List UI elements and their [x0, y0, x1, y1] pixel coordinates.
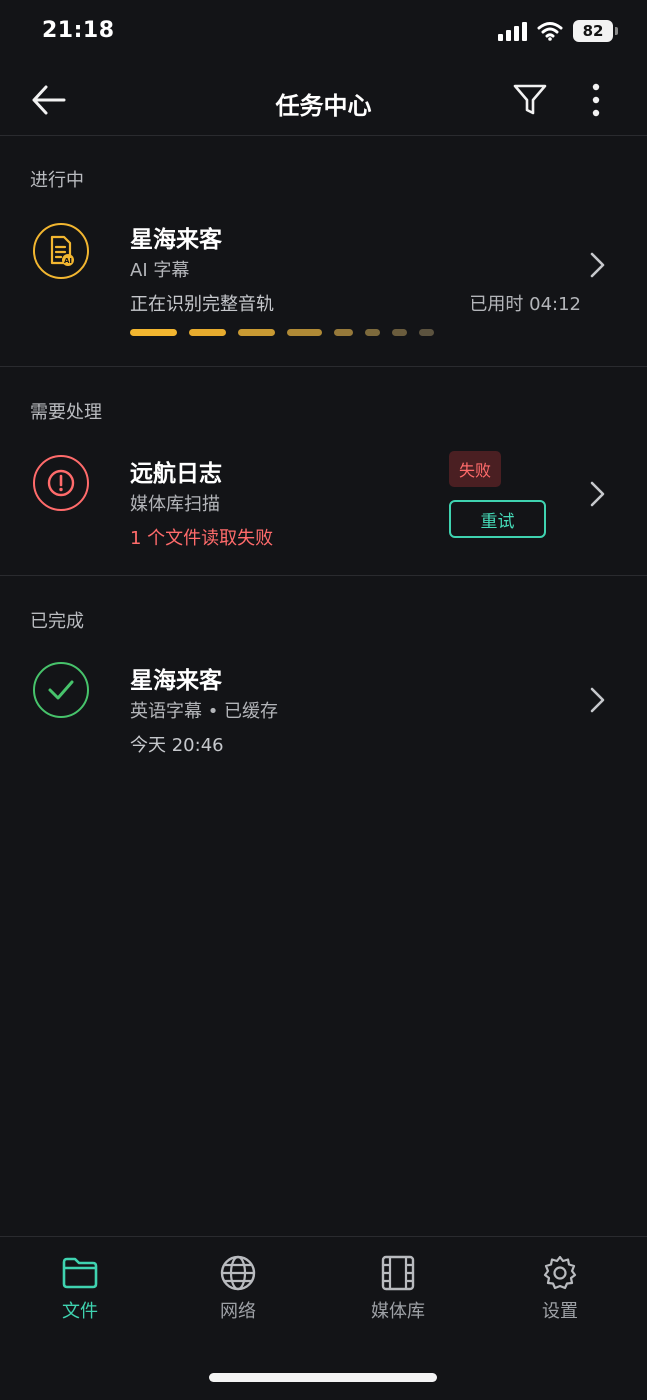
check-icon — [33, 662, 89, 718]
page-title: 任务中心 — [275, 92, 372, 120]
error-icon — [33, 455, 89, 511]
section-label-in-progress: 进行中 — [30, 170, 84, 191]
battery-icon: 82 — [573, 20, 618, 42]
task-subtitle: AI 字幕 — [130, 260, 190, 281]
chevron-right-icon — [590, 252, 605, 278]
globe-icon — [220, 1255, 256, 1291]
task-item-in-progress[interactable]: AI 星海来客 AI 字幕 正在识别完整音轨 已用时 04:12 — [0, 200, 647, 366]
task-time: 今天 20:46 — [130, 735, 224, 756]
ai-subtitle-icon: AI — [33, 223, 89, 279]
nav-label: 设置 — [542, 1301, 578, 1322]
task-item-needs-action[interactable]: 远航日志 媒体库扫描 1 个文件读取失败 失败 重试 — [0, 436, 647, 574]
divider — [0, 366, 647, 367]
task-subtitle: 英语字幕 • 已缓存 — [130, 701, 279, 722]
divider — [0, 575, 647, 576]
wifi-icon — [537, 22, 563, 41]
more-options-icon[interactable] — [582, 82, 610, 118]
nav-label: 媒体库 — [371, 1301, 425, 1322]
status-badge-failed: 失败 — [449, 451, 502, 487]
nav-item-network[interactable]: 网络 — [178, 1255, 298, 1323]
home-indicator — [209, 1373, 437, 1382]
folder-icon — [62, 1257, 98, 1289]
nav-item-settings[interactable]: 设置 — [500, 1255, 620, 1323]
chevron-right-icon — [590, 481, 605, 507]
task-title: 星海来客 — [130, 668, 222, 694]
elapsed-time: 已用时 04:12 — [469, 294, 581, 315]
gear-icon — [543, 1255, 577, 1290]
retry-button[interactable]: 重试 — [449, 500, 546, 538]
nav-item-media-library[interactable]: 媒体库 — [338, 1255, 458, 1323]
app-header: 任务中心 — [0, 62, 647, 136]
status-time: 21:18 — [42, 18, 115, 43]
section-label-needs-action: 需要处理 — [30, 402, 102, 423]
task-status: 正在识别完整音轨 — [130, 294, 274, 315]
task-title: 星海来客 — [130, 227, 222, 253]
task-title: 远航日志 — [130, 461, 222, 487]
cellular-signal-icon — [498, 21, 527, 41]
filter-icon[interactable] — [512, 82, 548, 118]
task-subtitle: 媒体库扫描 — [130, 494, 220, 515]
film-icon — [381, 1255, 415, 1291]
chevron-right-icon — [590, 687, 605, 713]
nav-item-files[interactable]: 文件 — [20, 1255, 140, 1323]
nav-label: 文件 — [62, 1301, 98, 1322]
nav-label: 网络 — [220, 1301, 256, 1322]
section-label-completed: 已完成 — [30, 611, 84, 632]
progress-indicator — [130, 329, 434, 336]
task-error-message: 1 个文件读取失败 — [130, 528, 274, 549]
status-icons: 82 — [498, 20, 618, 42]
task-item-completed[interactable]: 星海来客 英语字幕 • 已缓存 今天 20:46 — [0, 645, 647, 775]
svg-text:AI: AI — [64, 257, 72, 265]
